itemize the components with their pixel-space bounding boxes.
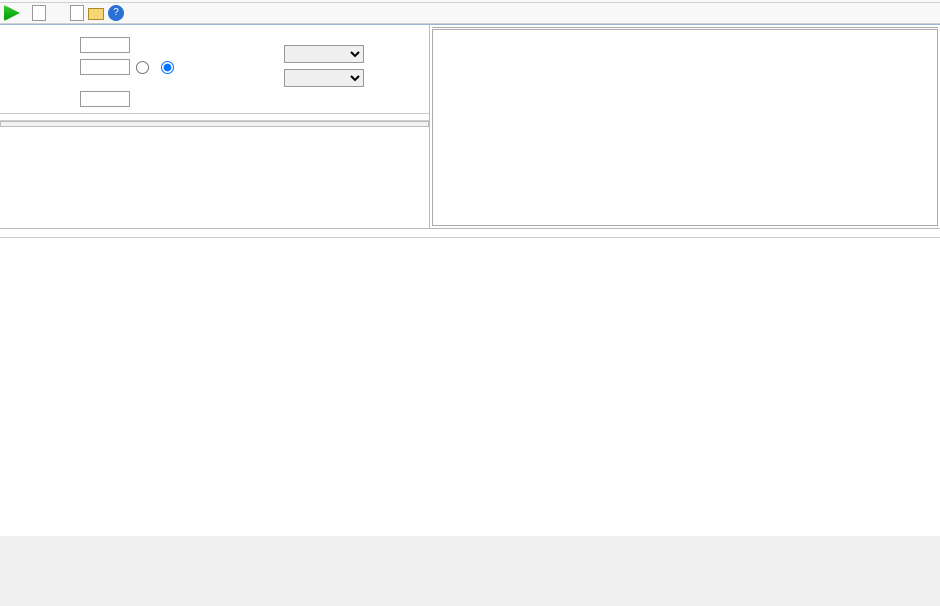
ion-polarity-select[interactable] bbox=[284, 45, 364, 63]
separator bbox=[50, 5, 66, 21]
spectra-table[interactable] bbox=[0, 121, 429, 127]
spectrum-subtabs[interactable] bbox=[432, 27, 938, 28]
ppm-radio[interactable] bbox=[136, 61, 149, 74]
mda-radio[interactable] bbox=[161, 61, 174, 74]
print-icon[interactable] bbox=[32, 5, 46, 21]
open-folder-icon[interactable] bbox=[88, 8, 104, 20]
search-form bbox=[0, 25, 429, 113]
spectrum-chart[interactable] bbox=[432, 29, 938, 226]
run-icon[interactable] bbox=[4, 5, 20, 21]
help-icon[interactable]: ? bbox=[108, 5, 124, 21]
precursor-input[interactable] bbox=[80, 37, 130, 53]
tolerance-input[interactable] bbox=[80, 59, 130, 75]
spectra-caption bbox=[0, 113, 429, 120]
ce-tol-input[interactable] bbox=[80, 91, 130, 107]
toolbar: ? bbox=[0, 3, 940, 24]
ionization-select[interactable] bbox=[284, 69, 364, 87]
new-doc-icon[interactable] bbox=[70, 5, 84, 21]
results-header bbox=[0, 229, 940, 238]
